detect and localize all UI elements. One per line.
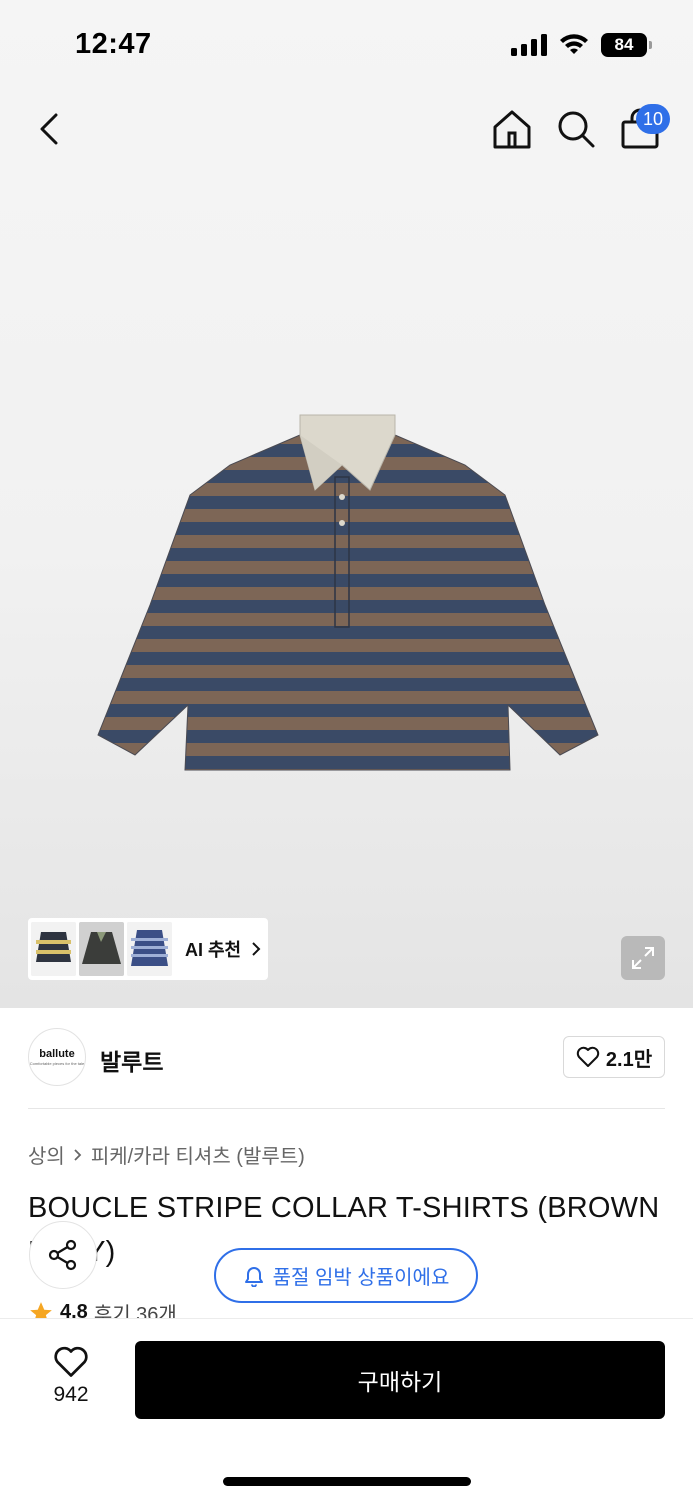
recommend-thumb[interactable] (31, 922, 76, 976)
home-icon[interactable] (490, 107, 534, 151)
status-bar: 12:47 84 (0, 0, 693, 90)
brand-logo-text: ballute (39, 1048, 75, 1060)
expand-icon (632, 947, 654, 969)
brand-name[interactable]: 발루트 (100, 1043, 163, 1077)
product-like-button[interactable]: 942 (36, 1345, 106, 1407)
heart-icon (54, 1346, 88, 1377)
chevron-right-icon (252, 942, 261, 956)
home-indicator (223, 1477, 471, 1486)
share-icon (48, 1239, 77, 1271)
stock-notice-pill[interactable]: 품절 임박 상품이에요 (214, 1248, 478, 1303)
heart-icon (576, 1046, 600, 1067)
brand-like-button[interactable]: 2.1만 (563, 1036, 665, 1078)
breadcrumb: 상의 피케/카라 티셔츠 (발루트) (28, 1140, 305, 1169)
brand-logo[interactable]: ballute Comfortable pieces for the tale (28, 1028, 86, 1086)
cart-count-badge: 10 (636, 104, 670, 134)
buy-button[interactable]: 구매하기 (135, 1341, 665, 1419)
recommend-thumb[interactable] (79, 922, 124, 976)
wifi-icon (560, 34, 588, 54)
stock-notice-text: 품절 임박 상품이에요 (272, 1267, 450, 1289)
status-indicators: 84 (511, 33, 652, 57)
signal-icon (511, 34, 547, 56)
status-time: 12:47 (75, 28, 152, 60)
brand-logo-subtext: Comfortable pieces for the tale (29, 1061, 85, 1066)
product-hero: 12:47 84 10 AI 추천 (0, 0, 693, 1008)
back-icon[interactable] (30, 109, 70, 149)
ai-recommend-label: AI 추천 (185, 940, 242, 960)
top-nav (0, 95, 693, 165)
ai-recommend-strip[interactable]: AI 추천 (28, 918, 268, 980)
expand-image-button[interactable] (621, 936, 665, 980)
bottom-action-bar: 942 구매하기 (0, 1318, 693, 1500)
divider (28, 1108, 665, 1109)
battery-indicator: 84 (601, 33, 652, 57)
bell-icon (244, 1266, 263, 1287)
brand-row: ballute Comfortable pieces for the tale … (28, 1028, 665, 1086)
chevron-right-icon (74, 1148, 82, 1161)
share-button[interactable] (29, 1221, 97, 1289)
breadcrumb-category[interactable]: 상의 (28, 1140, 65, 1169)
product-image[interactable] (90, 405, 602, 775)
product-like-count: 942 (53, 1383, 89, 1406)
breadcrumb-subcategory[interactable]: 피케/카라 티셔츠 (발루트) (91, 1140, 305, 1169)
brand-like-count: 2.1만 (605, 1048, 653, 1071)
recommend-thumb[interactable] (127, 922, 172, 976)
search-icon[interactable] (554, 107, 598, 151)
